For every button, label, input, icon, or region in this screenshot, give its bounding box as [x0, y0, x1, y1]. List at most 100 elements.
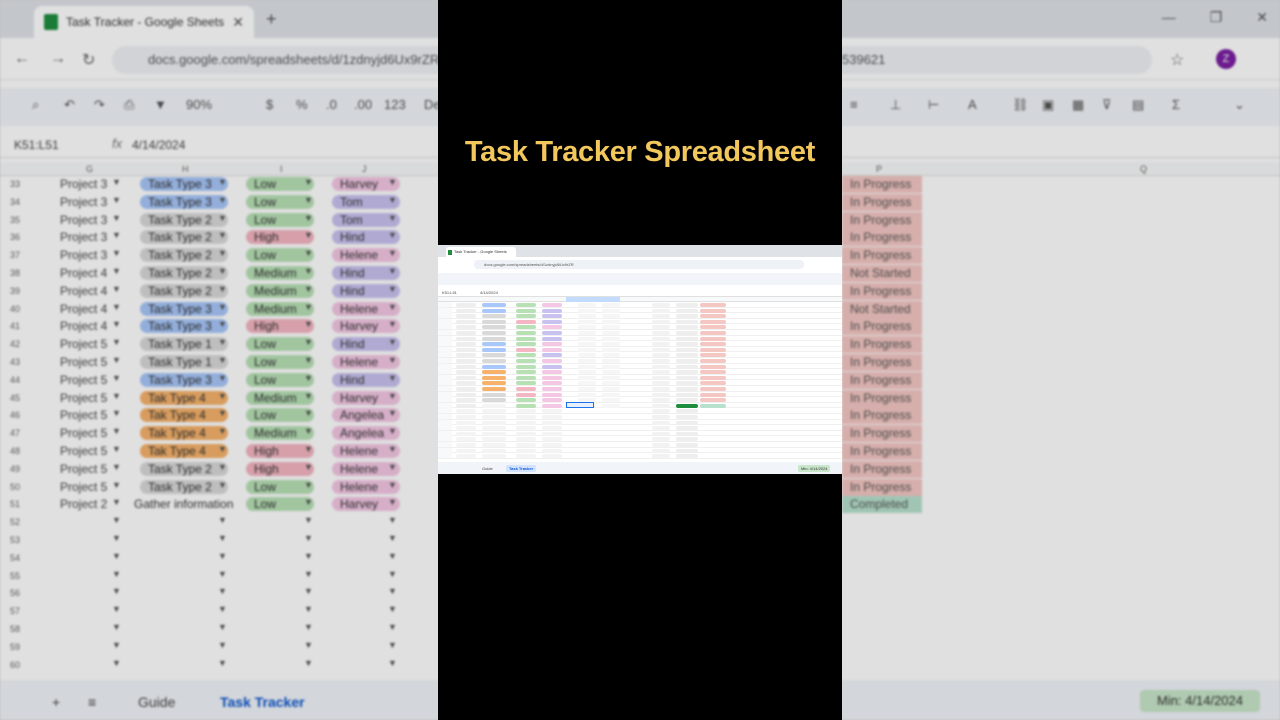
mini-formula-bar: K51:L51 4/14/2024 [438, 287, 842, 297]
mini-project-cell [456, 314, 476, 319]
mini-owner-cell [542, 331, 562, 335]
mini-date-cell [578, 387, 596, 391]
mini-status-cell [700, 415, 726, 419]
mini-date-cell [578, 437, 596, 441]
mini-date-cell [578, 381, 596, 386]
mini-formula-value: 4/14/2024 [480, 290, 498, 295]
mini-address-bar: docs.google.com/spreadsheets/d/1zdnyjd6U… [474, 260, 804, 269]
mini-status-cell [700, 421, 726, 425]
mini-date-cell [578, 415, 596, 419]
mini-progress-cell [676, 415, 698, 419]
mini-date-cell [602, 415, 620, 419]
mini-status-cell [700, 392, 726, 397]
mini-project-cell [456, 336, 476, 341]
mini-project-cell [456, 443, 476, 447]
mini-project-cell [456, 403, 476, 408]
mini-days-cell [652, 392, 670, 397]
mini-owner-cell [542, 392, 562, 397]
mini-project-cell [456, 308, 476, 313]
mini-status-cell [700, 387, 726, 391]
mini-date-cell [578, 353, 596, 358]
mini-sheet-bar: Guide Task Tracker Min: 4/14/2024 [438, 462, 842, 474]
mini-selected-cell [566, 402, 594, 408]
mini-priority-cell [516, 415, 536, 419]
mini-progress-cell [676, 347, 698, 352]
mini-date-cell [578, 342, 596, 347]
mini-owner-cell [542, 437, 562, 442]
mini-progress-cell [676, 325, 698, 330]
mini-sheet-tab-guide: Guide [482, 466, 493, 471]
mini-progress-cell [676, 443, 698, 447]
mini-days-cell [652, 303, 670, 307]
mini-progress-cell [676, 387, 698, 391]
mini-days-cell [652, 353, 670, 358]
mini-type-cell [482, 381, 506, 386]
mini-priority-cell [516, 342, 536, 347]
mini-project-cell [456, 392, 476, 397]
mini-status-cell [700, 353, 726, 358]
mini-status-cell [700, 314, 726, 319]
mini-owner-cell [542, 303, 562, 307]
mini-priority-cell [516, 364, 536, 369]
mini-project-cell [456, 431, 476, 436]
mini-days-cell [652, 319, 670, 324]
mini-project-cell [456, 359, 476, 363]
mini-date-cell [578, 454, 596, 458]
mini-priority-cell [516, 409, 536, 414]
mini-project-cell [456, 353, 476, 358]
mini-owner-cell [542, 448, 562, 453]
mini-date-cell [602, 443, 620, 447]
mini-project-cell [456, 398, 476, 403]
mini-progress-cell [676, 426, 698, 431]
mini-owner-cell [542, 359, 562, 363]
mini-row-number [438, 352, 452, 358]
mini-row-number [438, 374, 452, 380]
mini-days-cell [652, 426, 670, 431]
mini-date-cell [578, 364, 596, 369]
mini-row-number [438, 430, 452, 436]
mini-days-cell [652, 381, 670, 386]
mini-row-number [438, 369, 452, 375]
mini-priority-cell [516, 426, 536, 431]
mini-project-cell [456, 437, 476, 442]
mini-row-number [438, 453, 452, 459]
mini-date-cell [602, 449, 620, 453]
mini-date-cell [578, 449, 596, 453]
mini-status-cell [700, 370, 726, 375]
video-title: Task Tracker Spreadsheet [464, 136, 816, 168]
mini-date-cell [578, 325, 596, 330]
mini-progress-cell [676, 342, 698, 347]
mini-type-cell [482, 437, 506, 442]
mini-owner-cell [542, 403, 562, 408]
mini-type-cell [482, 359, 506, 363]
mini-owner-cell [542, 347, 562, 352]
mini-project-cell [456, 303, 476, 307]
mini-priority-cell [516, 370, 536, 375]
mini-type-cell [482, 409, 506, 414]
mini-row-number [438, 363, 452, 369]
mini-date-cell [602, 370, 620, 375]
mini-owner-cell [542, 387, 562, 391]
mini-project-cell [456, 420, 476, 425]
mini-row-number [438, 380, 452, 386]
mini-progress-cell [676, 403, 698, 408]
mini-progress-cell [676, 336, 698, 341]
mini-days-cell [652, 370, 670, 375]
mini-owner-cell [542, 415, 562, 419]
mini-owner-cell [542, 375, 562, 380]
mini-project-cell [456, 448, 476, 453]
mini-days-cell [652, 336, 670, 341]
mini-priority-cell [516, 336, 536, 341]
mini-status-cell [700, 443, 726, 447]
mini-days-cell [652, 448, 670, 453]
mini-type-cell [482, 364, 506, 369]
mini-type-cell [482, 353, 506, 358]
mini-date-cell [578, 375, 596, 380]
mini-date-cell [578, 331, 596, 335]
mini-row-number [438, 425, 452, 431]
mini-days-cell [652, 347, 670, 352]
mini-date-cell [602, 359, 620, 363]
mini-owner-cell [542, 319, 562, 324]
mini-days-cell [652, 443, 670, 447]
mini-status-cell [700, 375, 726, 380]
